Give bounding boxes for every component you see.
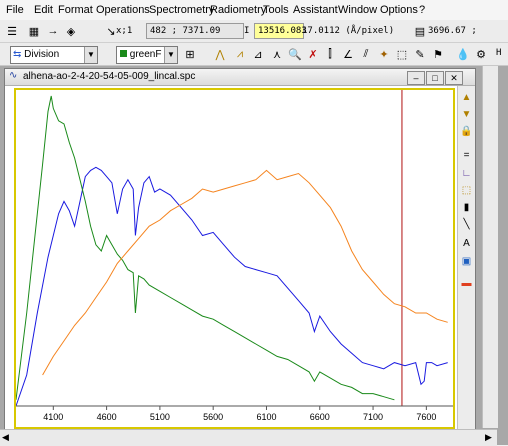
rainbow-icon[interactable]: ▬ bbox=[459, 276, 474, 291]
cancel-icon[interactable]: ✗ bbox=[305, 46, 321, 62]
hint-letter: H bbox=[496, 48, 502, 58]
intensity-label: I bbox=[244, 26, 250, 36]
chart-icon[interactable]: ⫽ bbox=[358, 46, 374, 62]
menu-operations[interactable]: Operations bbox=[96, 4, 150, 16]
bars-icon[interactable]: ▮ bbox=[459, 200, 474, 215]
window-titlebar[interactable]: ∿ alhena-ao-2-4-20-54-05-009_lincal.spc … bbox=[5, 69, 475, 86]
grid-icon[interactable]: ▦ bbox=[26, 23, 42, 39]
x-tick-label: 5100 bbox=[150, 412, 170, 422]
close-button[interactable]: ✕ bbox=[445, 71, 463, 85]
arrow-up-icon[interactable]: ▲ bbox=[459, 90, 474, 105]
right-readout: 3696.67 ; bbox=[428, 26, 477, 36]
window-title: alhena-ao-2-4-20-54-05-009_lincal.spc bbox=[23, 71, 196, 82]
text-tool-icon[interactable]: A bbox=[459, 236, 474, 251]
menu-window[interactable]: Window bbox=[338, 4, 377, 16]
series-line-orange bbox=[42, 169, 448, 376]
color-select-value: greenF bbox=[129, 49, 162, 60]
menu-assistant[interactable]: Assistant bbox=[293, 4, 338, 16]
align-icon[interactable]: ⊞ bbox=[182, 46, 198, 62]
spectrum-file-icon: ∿ bbox=[9, 70, 18, 81]
axis-icon[interactable]: ∟ bbox=[459, 166, 474, 181]
menu-edit[interactable]: Edit bbox=[34, 4, 53, 16]
toolbar-operations: ⇆ Division ▼ greenF ▼ ⊞ ⋀ ⩘ ⊿ ⋏ 🔍 ✗ ⫿ ∠ … bbox=[0, 43, 508, 66]
split-icon[interactable]: ⫿ bbox=[322, 46, 338, 62]
flag-icon[interactable]: ⚑ bbox=[430, 46, 446, 62]
stars-icon[interactable]: ✦ bbox=[376, 46, 392, 62]
vertical-scrollbar[interactable] bbox=[482, 66, 498, 428]
dispersion-readout: 17.0112 (Å/pixel) bbox=[302, 26, 395, 36]
edit-icon[interactable]: ✎ bbox=[412, 46, 428, 62]
menu-spectrometry[interactable]: Spectrometry bbox=[149, 4, 214, 16]
stack-icon[interactable]: ☰ bbox=[4, 23, 20, 39]
image-icon[interactable]: ▣ bbox=[459, 254, 474, 269]
x-tick-label: 7100 bbox=[363, 412, 383, 422]
color-swatch-icon bbox=[120, 50, 127, 57]
scroll-left-icon[interactable]: ◀ bbox=[2, 432, 9, 443]
horizontal-scrollbar[interactable]: ◀ ▶ bbox=[0, 429, 497, 446]
measure-icon[interactable]: ⩘ bbox=[232, 46, 248, 62]
x-tick-label: 7600 bbox=[416, 412, 436, 422]
line-tool-icon[interactable]: ╲ bbox=[459, 217, 474, 232]
x-tick-label: 4100 bbox=[43, 412, 63, 422]
color-select[interactable]: greenF ▼ bbox=[116, 46, 178, 64]
menu-options[interactable]: Options bbox=[380, 4, 418, 16]
x-tick-label: 6100 bbox=[256, 412, 276, 422]
x-label: x;1 bbox=[116, 26, 133, 36]
operation-select[interactable]: ⇆ Division ▼ bbox=[10, 46, 98, 64]
gear-icon[interactable]: ⚙ bbox=[473, 46, 489, 62]
lock-icon[interactable]: 🔒 bbox=[459, 124, 474, 139]
intensity-value: 13516.083 bbox=[254, 23, 307, 39]
menu-tools[interactable]: Tools bbox=[263, 4, 289, 16]
arrow-right-icon[interactable]: → bbox=[45, 23, 61, 39]
chevron-down-icon: ▼ bbox=[84, 47, 97, 63]
cursor-readout: 482 ; 7371.09 bbox=[146, 23, 244, 39]
spectrum-tool-icon[interactable]: ⋀ bbox=[212, 46, 228, 62]
toolbar-readouts: ☰ ▦ → ◈ ↘ x;1 482 ; 7371.09 I 13516.083 … bbox=[0, 20, 508, 43]
menu-help[interactable]: ? bbox=[419, 4, 425, 16]
spectrum-plot[interactable]: 4100 4600 5100 5600 6100 6600 7100 7600 bbox=[16, 90, 453, 427]
select-box-icon[interactable]: ⬚ bbox=[459, 183, 474, 198]
x-tick-label: 5600 bbox=[203, 412, 223, 422]
equals-icon[interactable]: = bbox=[459, 148, 474, 163]
diamond-icon[interactable]: ◈ bbox=[63, 23, 79, 39]
zoom-icon[interactable]: 🔍 bbox=[287, 46, 303, 62]
chevron-down-icon: ▼ bbox=[164, 47, 177, 63]
menu-bar: File Edit Format Operations Spectrometry… bbox=[0, 0, 508, 20]
select-icon[interactable]: ⬚ bbox=[394, 46, 410, 62]
plot-area[interactable]: 4100 4600 5100 5600 6100 6600 7100 7600 bbox=[14, 88, 455, 429]
angle-icon[interactable]: ∠ bbox=[340, 46, 356, 62]
table-icon[interactable]: ▤ bbox=[412, 23, 428, 39]
menu-format[interactable]: Format bbox=[58, 4, 93, 16]
calibrate-icon[interactable]: ⊿ bbox=[250, 46, 266, 62]
spectrum-window: ∿ alhena-ao-2-4-20-54-05-009_lincal.spc … bbox=[4, 68, 476, 430]
scroll-right-icon[interactable]: ▶ bbox=[485, 432, 492, 443]
maximize-button[interactable]: □ bbox=[426, 71, 444, 85]
minimize-button[interactable]: – bbox=[407, 71, 425, 85]
x-tick-label: 4600 bbox=[97, 412, 117, 422]
swap-icon: ⇆ bbox=[13, 49, 22, 60]
x-tick-label: 6600 bbox=[310, 412, 330, 422]
series-line-green bbox=[16, 95, 395, 401]
arrow-down-icon[interactable]: ▼ bbox=[459, 107, 474, 122]
menu-file[interactable]: File bbox=[6, 4, 24, 16]
peak-icon[interactable]: ⋏ bbox=[269, 46, 285, 62]
menu-radiometry[interactable]: Radiometry bbox=[210, 4, 266, 16]
x-axis-icon: ↘ bbox=[106, 25, 116, 38]
operation-select-value: Division bbox=[24, 49, 60, 60]
side-toolbar: ▲ ▼ 🔒 = ∟ ⬚ ▮ ╲ A ▣ ▬ bbox=[457, 86, 475, 429]
series-line-blue bbox=[16, 166, 448, 407]
drop-icon[interactable]: 💧 bbox=[455, 46, 471, 62]
